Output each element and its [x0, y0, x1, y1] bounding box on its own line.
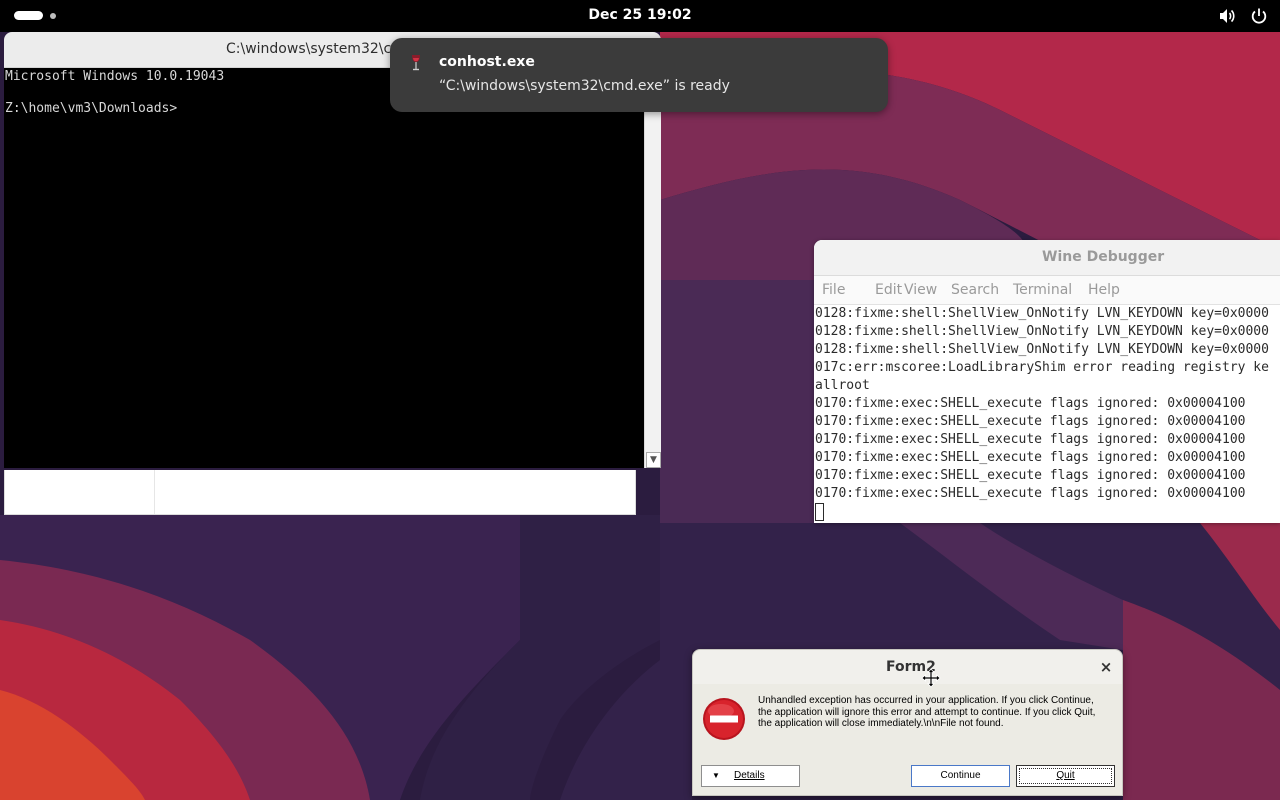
- wine-debugger-window[interactable]: Wine Debugger File Edit View Search Term…: [814, 240, 1280, 523]
- terminal-cursor: [815, 503, 824, 521]
- menu-view[interactable]: View: [904, 282, 937, 298]
- quit-button[interactable]: Quit: [1016, 765, 1115, 787]
- notification-body: “C:\windows\system32\cmd.exe” is ready: [439, 78, 730, 94]
- notification-banner[interactable]: conhost.exe “C:\windows\system32\cmd.exe…: [390, 38, 888, 112]
- details-button-label: Details: [734, 770, 765, 781]
- error-message: Unhandled exception has occurred in your…: [758, 695, 1096, 729]
- log-line: 0170:fixme:exec:SHELL_execute flags igno…: [815, 450, 1246, 465]
- cmd-scrollbar[interactable]: ▼: [644, 68, 661, 468]
- scroll-down-icon[interactable]: ▼: [646, 452, 661, 468]
- debugger-titlebar[interactable]: Wine Debugger: [814, 240, 1280, 276]
- quit-button-label: Quit: [1056, 770, 1075, 781]
- chevron-down-icon: ▼: [712, 771, 720, 780]
- volume-icon: [1220, 9, 1235, 23]
- log-line: 0128:fixme:shell:ShellView_OnNotify LVN_…: [815, 306, 1269, 321]
- activities-icon: [14, 11, 43, 20]
- menu-help[interactable]: Help: [1088, 282, 1120, 298]
- debugger-output[interactable]: 0128:fixme:shell:ShellView_OnNotify LVN_…: [815, 305, 1280, 523]
- wine-glass-icon: [412, 55, 420, 71]
- error-dialog[interactable]: Form2 × Unhandled exception has occurred…: [692, 649, 1123, 796]
- error-stop-icon: [703, 698, 745, 740]
- log-line: 0170:fixme:exec:SHELL_execute flags igno…: [815, 486, 1246, 501]
- workspace-dot-icon: [50, 12, 56, 19]
- details-button[interactable]: ▼ Details: [701, 765, 800, 787]
- system-menu[interactable]: [1218, 7, 1268, 25]
- move-cursor-icon: [921, 668, 941, 688]
- menu-file[interactable]: File: [822, 282, 845, 298]
- close-icon[interactable]: ×: [1097, 658, 1115, 676]
- menu-edit[interactable]: Edit: [875, 282, 902, 298]
- log-line: 0128:fixme:shell:ShellView_OnNotify LVN_…: [815, 324, 1269, 339]
- log-line: 0170:fixme:exec:SHELL_execute flags igno…: [815, 468, 1246, 483]
- top-bar: Dec 25 19:02: [0, 0, 1280, 32]
- notification-app-name: conhost.exe: [439, 54, 535, 70]
- debugger-menubar: File Edit View Search Terminal Help: [814, 276, 1280, 305]
- log-line: 0170:fixme:exec:SHELL_execute flags igno…: [815, 432, 1246, 447]
- activities-button[interactable]: [14, 11, 56, 20]
- log-line: 0170:fixme:exec:SHELL_execute flags igno…: [815, 414, 1246, 429]
- cmd-statusbar: [4, 470, 636, 515]
- power-icon: [1251, 8, 1267, 24]
- clock[interactable]: Dec 25 19:02: [588, 7, 691, 23]
- continue-button[interactable]: Continue: [911, 765, 1010, 787]
- log-line: 0170:fixme:exec:SHELL_execute flags igno…: [815, 396, 1246, 411]
- cmd-console[interactable]: Microsoft Windows 10.0.19043 Z:\home\vm3…: [4, 68, 644, 468]
- statusbar-divider: [154, 470, 155, 514]
- log-line: 0128:fixme:shell:ShellView_OnNotify LVN_…: [815, 342, 1269, 357]
- menu-search[interactable]: Search: [951, 282, 999, 298]
- dialog-titlebar[interactable]: Form2 ×: [693, 650, 1122, 688]
- debugger-title: Wine Debugger: [1042, 249, 1165, 265]
- menu-terminal[interactable]: Terminal: [1013, 282, 1072, 298]
- log-line: allroot: [815, 378, 870, 393]
- log-line: 017c:err:mscoree:LoadLibraryShim error r…: [815, 360, 1269, 375]
